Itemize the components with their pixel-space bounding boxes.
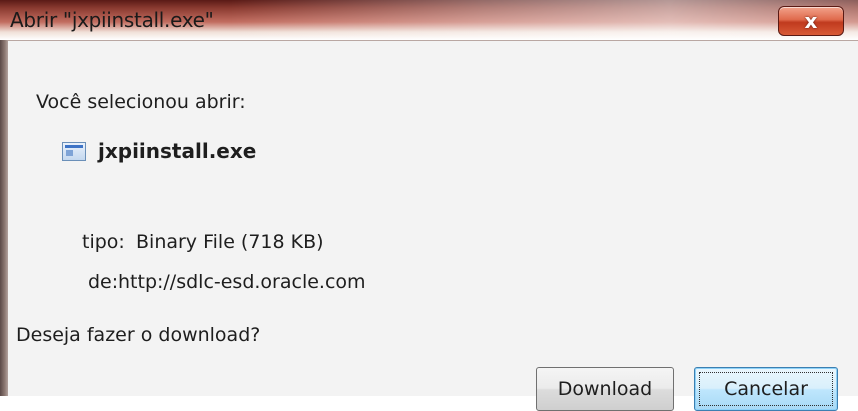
close-icon: x [804, 9, 818, 33]
file-source-label: de: [88, 271, 119, 293]
download-button-label: Download [557, 378, 653, 400]
file-type-label: tipo: [82, 231, 125, 253]
open-prompt: Você selecionou abrir: [36, 91, 246, 113]
window-left-border [0, 40, 8, 396]
executable-file-icon [62, 141, 86, 161]
close-button[interactable]: x [778, 6, 844, 36]
file-source-value: http://sdlc-esd.oracle.com [118, 271, 366, 293]
file-type-value: Binary File (718 KB) [136, 231, 324, 253]
title-bar-glass [230, 0, 858, 40]
download-dialog-window: Abrir "jxpiinstall.exe" x Você seleciono… [0, 0, 858, 411]
cancel-button[interactable]: Cancelar [694, 367, 838, 411]
dialog-body: Você selecionou abrir: jxpiinstall.exe t… [8, 40, 858, 411]
download-button[interactable]: Download [536, 367, 674, 411]
title-bar[interactable]: Abrir "jxpiinstall.exe" x [0, 0, 858, 40]
cancel-button-label: Cancelar [724, 378, 808, 400]
file-name: jxpiinstall.exe [98, 139, 257, 163]
download-question: Deseja fazer o download? [16, 324, 261, 346]
file-row: jxpiinstall.exe [62, 139, 256, 163]
window-title: Abrir "jxpiinstall.exe" [10, 8, 214, 32]
